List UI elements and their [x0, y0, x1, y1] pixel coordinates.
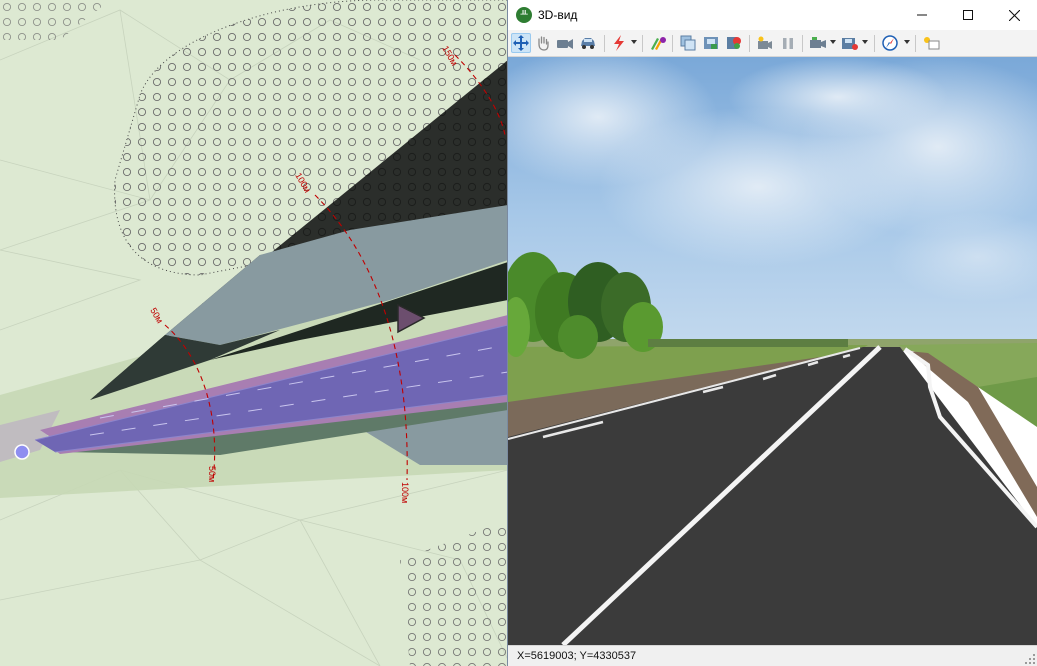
camera-icon [557, 39, 573, 49]
lightning-icon [614, 35, 624, 51]
save-view-icon [842, 38, 858, 50]
pan-move-button[interactable] [511, 33, 531, 53]
lightning-button[interactable] [609, 33, 629, 53]
3d-viewport[interactable] [508, 57, 1037, 645]
plan-view[interactable]: 50м 100м 150м 50м 100м [0, 0, 508, 666]
camera-view-button[interactable] [808, 33, 828, 53]
coordinates-readout: X=5619003; Y=4330537 [517, 650, 637, 662]
light-settings-icon [924, 37, 940, 50]
close-icon [1008, 9, 1020, 21]
plan-canvas[interactable]: 50м 100м 150м 50м 100м [0, 0, 508, 666]
render-mode-button[interactable] [648, 33, 668, 53]
toolbar [508, 30, 1037, 57]
save-image-icon [704, 37, 718, 49]
pause-icon [783, 38, 793, 49]
car-button[interactable] [578, 33, 598, 53]
export-icon [727, 37, 741, 49]
camera-view-icon [810, 37, 826, 48]
resize-grip-icon[interactable] [1025, 654, 1035, 664]
status-bar: X=5619003; Y=4330537 [508, 645, 1037, 666]
3d-scene[interactable] [508, 57, 1037, 645]
save-view-dropdown-arrow[interactable] [862, 40, 868, 44]
export-button[interactable] [724, 33, 744, 53]
copy-image-icon [680, 35, 696, 51]
record-video-button[interactable] [755, 33, 775, 53]
record-video-icon [758, 36, 772, 49]
close-button[interactable] [991, 0, 1037, 30]
camera-view-dropdown-arrow[interactable] [830, 40, 836, 44]
car-icon [581, 38, 595, 49]
compass-button[interactable] [880, 33, 900, 53]
minimize-button[interactable] [899, 0, 945, 30]
window-title: 3D-вид [538, 8, 578, 22]
maximize-icon [963, 10, 973, 20]
compass-dropdown-arrow[interactable] [904, 40, 910, 44]
title-bar[interactable]: ᚇ 3D-вид [508, 0, 1037, 30]
hand-icon [538, 36, 549, 51]
copy-image-button[interactable] [678, 33, 698, 53]
pan-move-icon [513, 35, 529, 51]
start-point-handle[interactable] [14, 444, 30, 460]
render-mode-icon [651, 37, 666, 50]
station-label-50-bottom: 50м [207, 466, 217, 482]
camera-button[interactable] [555, 33, 575, 53]
minimize-icon [917, 14, 927, 16]
save-view-button[interactable] [840, 33, 860, 53]
station-label-100-bottom: 100м [400, 482, 410, 503]
pause-button[interactable] [778, 33, 798, 53]
maximize-button[interactable] [945, 0, 991, 30]
hand-button[interactable] [533, 33, 553, 53]
compass-icon [882, 35, 898, 51]
window-3d-view: ᚇ 3D-вид X=5619003; Y=4330537 [507, 0, 1037, 666]
save-image-button[interactable] [701, 33, 721, 53]
lightning-dropdown-arrow[interactable] [631, 40, 637, 44]
light-settings-button[interactable] [921, 33, 941, 53]
app-3d-logo-icon: ᚇ [516, 7, 532, 23]
